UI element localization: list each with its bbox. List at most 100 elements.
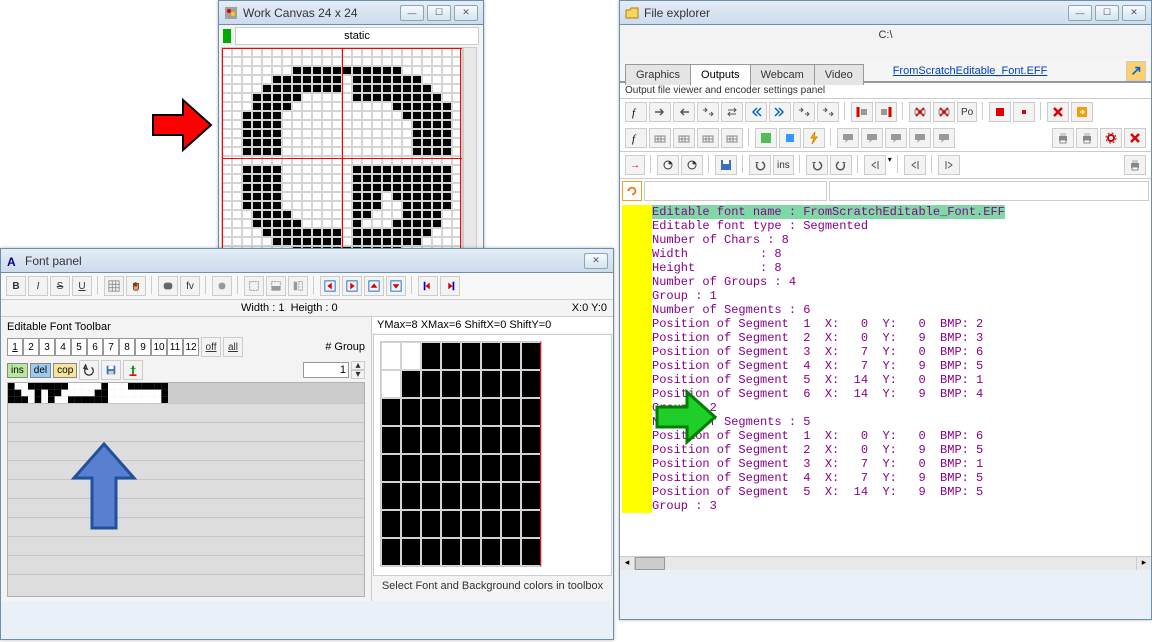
hand-icon[interactable]	[126, 276, 146, 296]
tab-webcam[interactable]: Webcam	[750, 64, 815, 85]
collapse-icon[interactable]	[904, 155, 926, 175]
swap-v-icon[interactable]	[721, 102, 743, 122]
ins-button[interactable]: ins	[7, 363, 28, 378]
print3-icon[interactable]	[1124, 155, 1146, 175]
goto-left-icon[interactable]	[418, 276, 438, 296]
glyph-thumb-1[interactable]	[28, 383, 48, 403]
record-button[interactable]: →	[625, 155, 645, 175]
thumbnail-list[interactable]	[7, 382, 365, 597]
export-icon[interactable]	[1071, 102, 1093, 122]
tab-outputs[interactable]: Outputs	[690, 64, 751, 86]
chat4-icon[interactable]	[909, 128, 931, 148]
rounded-rect-icon[interactable]	[158, 276, 178, 296]
strike-button[interactable]: S	[50, 276, 70, 296]
selection-icon[interactable]	[244, 276, 264, 296]
group-number-input[interactable]	[303, 362, 349, 378]
segment-grid[interactable]	[380, 341, 542, 567]
grid-icon[interactable]	[104, 276, 124, 296]
fv-button[interactable]: fv	[180, 276, 200, 296]
chat2-icon[interactable]	[861, 128, 883, 148]
font-file-link[interactable]: FromScratchEditable_Font.EFF	[883, 61, 1058, 81]
undo-icon[interactable]	[79, 360, 99, 380]
italic-button[interactable]: I	[28, 276, 48, 296]
swap-h-icon[interactable]	[697, 102, 719, 122]
maximize-button[interactable]: ☐	[427, 5, 451, 21]
grid3-icon[interactable]	[697, 128, 719, 148]
arrow-down-icon[interactable]	[386, 276, 406, 296]
glyph-thumb-2[interactable]	[48, 383, 68, 403]
align-end-icon[interactable]	[875, 102, 897, 122]
indent-out-icon[interactable]	[864, 155, 886, 175]
grid4-icon[interactable]	[721, 128, 743, 148]
save-icon[interactable]	[101, 360, 121, 380]
number-button-6[interactable]: 6	[87, 338, 103, 356]
bolt-icon[interactable]	[803, 128, 825, 148]
print2-icon[interactable]	[1076, 128, 1098, 148]
expand-icon[interactable]	[793, 102, 815, 122]
bold-button[interactable]: B	[6, 276, 26, 296]
number-button-10[interactable]: 10	[151, 338, 167, 356]
marker-icon[interactable]	[123, 360, 143, 380]
redo2-icon[interactable]	[830, 155, 852, 175]
off-button[interactable]: off	[201, 337, 221, 357]
clear-icon[interactable]	[1047, 102, 1069, 122]
number-button-4[interactable]: 4	[55, 338, 71, 356]
tab-graphics[interactable]: Graphics	[625, 64, 691, 85]
undo2-icon[interactable]	[806, 155, 828, 175]
find-next-icon[interactable]	[681, 155, 703, 175]
func2-icon[interactable]: f	[625, 128, 647, 148]
glyph-thumb-6[interactable]	[128, 383, 148, 403]
cop-button[interactable]: cop	[53, 363, 77, 378]
sync-icon[interactable]	[622, 181, 642, 201]
print1-icon[interactable]	[1052, 128, 1074, 148]
popup-icon[interactable]	[1126, 61, 1146, 81]
grid1-icon[interactable]	[649, 128, 671, 148]
ins-text-button[interactable]: ins	[773, 155, 794, 175]
maximize-button[interactable]: ☐	[1095, 5, 1119, 21]
spinner-down-icon[interactable]: ▾	[351, 370, 365, 379]
number-button-2[interactable]: 2	[23, 338, 39, 356]
work-canvas-grid[interactable]	[221, 47, 463, 265]
collapse-left-icon[interactable]	[745, 102, 767, 122]
minimize-button[interactable]: —	[400, 5, 424, 21]
number-button-3[interactable]: 3	[39, 338, 55, 356]
arrow-up-icon[interactable]	[364, 276, 384, 296]
glyph-thumb-0[interactable]	[8, 383, 28, 403]
indent-in-icon[interactable]	[938, 155, 960, 175]
number-button-1[interactable]: 1	[7, 338, 23, 356]
settings-icon[interactable]	[1100, 128, 1122, 148]
func-icon[interactable]: f	[625, 102, 647, 122]
fill-blue-icon[interactable]	[779, 128, 801, 148]
shift-right-icon[interactable]	[649, 102, 671, 122]
strike-col-icon[interactable]	[933, 102, 955, 122]
chat1-icon[interactable]	[837, 128, 859, 148]
all-button[interactable]: all	[223, 337, 243, 357]
glyph-thumb-7[interactable]	[148, 383, 168, 403]
find-icon[interactable]	[657, 155, 679, 175]
remove-col-icon[interactable]	[909, 102, 931, 122]
blob-icon[interactable]	[212, 276, 232, 296]
horizontal-scrollbar[interactable]: ◂ ▸	[620, 556, 1151, 570]
number-button-7[interactable]: 7	[103, 338, 119, 356]
goto-right-icon[interactable]	[440, 276, 460, 296]
number-button-11[interactable]: 11	[167, 338, 183, 356]
align-start-icon[interactable]	[851, 102, 873, 122]
chat5-icon[interactable]	[933, 128, 955, 148]
po-button[interactable]: Po	[957, 102, 977, 122]
arrow-left-icon[interactable]	[320, 276, 340, 296]
marker-dot-icon[interactable]	[1013, 102, 1035, 122]
selection-partial-icon[interactable]	[266, 276, 286, 296]
expand-sel-icon[interactable]	[817, 102, 839, 122]
clear2-icon[interactable]	[1124, 128, 1146, 148]
output-path-input[interactable]	[829, 181, 1149, 201]
match-icon[interactable]	[288, 276, 308, 296]
close-button[interactable]: ✕	[454, 5, 478, 21]
number-button-5[interactable]: 5	[71, 338, 87, 356]
filter-input[interactable]	[644, 181, 827, 201]
chat3-icon[interactable]	[885, 128, 907, 148]
shift-left-icon[interactable]	[673, 102, 695, 122]
collapse-right-icon[interactable]	[769, 102, 791, 122]
close-button[interactable]: ✕	[1122, 5, 1146, 21]
number-button-9[interactable]: 9	[135, 338, 151, 356]
close-button[interactable]: ✕	[584, 253, 608, 269]
